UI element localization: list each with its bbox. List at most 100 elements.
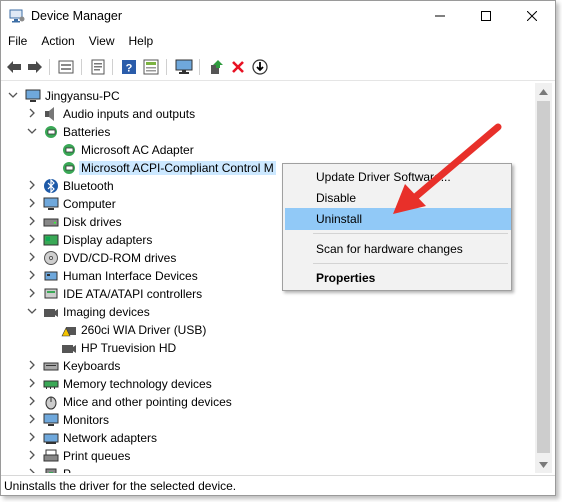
show-hidden-icon <box>143 59 159 75</box>
audio-icon <box>45 107 54 121</box>
tree-item[interactable]: Network adapters <box>1 429 531 447</box>
chevron-right-icon[interactable] <box>27 108 37 118</box>
menu-item-update-driver[interactable]: Update Driver Software... <box>285 166 511 188</box>
tree-item[interactable]: Print queues <box>1 447 531 465</box>
menu-file[interactable]: File <box>1 32 34 52</box>
maximize-icon <box>481 11 491 21</box>
chevron-right-icon[interactable] <box>27 216 37 226</box>
camera-icon <box>62 345 76 353</box>
battery-icon <box>63 144 75 156</box>
status-text: Uninstalls the driver for the selected d… <box>4 479 237 493</box>
chevron-right-icon[interactable] <box>27 252 37 262</box>
enable-device-icon <box>211 60 223 74</box>
update-driver-button[interactable] <box>89 58 107 76</box>
chevron-right-icon[interactable] <box>27 360 37 370</box>
monitor-icon <box>175 59 193 74</box>
display-adapter-icon <box>43 234 59 246</box>
enable-device-button[interactable] <box>207 58 225 76</box>
minimize-icon <box>435 15 445 17</box>
tree-item-label: Disk drives <box>63 215 122 229</box>
scroll-down-button[interactable] <box>535 456 552 473</box>
chevron-right-icon[interactable] <box>27 414 37 424</box>
monitor-icon <box>43 413 59 426</box>
bluetooth-icon <box>44 178 58 194</box>
back-button[interactable] <box>5 58 23 76</box>
menu-item-scan-hardware[interactable]: Scan for hardware changes <box>285 238 511 260</box>
menu-bar: File Action View Help <box>1 32 555 52</box>
close-button[interactable] <box>509 1 555 31</box>
scroll-up-button[interactable] <box>535 83 552 100</box>
toolbar-separator <box>49 59 50 75</box>
chevron-right-icon[interactable] <box>27 288 37 298</box>
warning-camera-icon <box>61 327 76 337</box>
chevron-right-icon[interactable] <box>27 468 37 473</box>
menu-help[interactable]: Help <box>122 32 161 52</box>
chevron-right-icon[interactable] <box>27 270 37 280</box>
tree-item[interactable]: Keyboards <box>1 357 531 375</box>
toolbar-separator <box>199 59 200 75</box>
vertical-scrollbar[interactable] <box>535 83 552 473</box>
tree-item-label: Mice and other pointing devices <box>63 395 232 409</box>
tree-item[interactable]: HP Truevision HD <box>1 339 531 357</box>
tree-item-label: IDE ATA/ATAPI controllers <box>63 287 203 301</box>
tree-root[interactable]: Jingyansu-PC <box>1 87 531 105</box>
camera-icon <box>44 309 58 317</box>
chevron-right-icon[interactable] <box>27 198 37 208</box>
tree-item-label: Microsoft ACPI-Compliant Control M <box>79 161 276 175</box>
tree-item[interactable]: Imaging devices <box>1 303 531 321</box>
tree-item[interactable]: Batteries <box>1 123 531 141</box>
tree-item[interactable]: Microsoft AC Adapter <box>1 141 531 159</box>
chevron-right-icon[interactable] <box>27 234 37 244</box>
tree-item[interactable]: 260ci WIA Driver (USB) <box>1 321 531 339</box>
chevron-down-icon[interactable] <box>27 126 37 136</box>
chevron-right-icon[interactable] <box>27 450 37 460</box>
svg-text:?: ? <box>126 63 133 75</box>
tree-item[interactable]: Mice and other pointing devices <box>1 393 531 411</box>
scroll-thumb[interactable] <box>537 101 550 453</box>
chevron-right-icon[interactable] <box>27 432 37 442</box>
computer-icon <box>43 197 59 210</box>
properties-button[interactable] <box>57 58 75 76</box>
tree-item[interactable]: Audio inputs and outputs <box>1 105 531 123</box>
minimize-button[interactable] <box>417 1 463 31</box>
uninstall-device-button[interactable] <box>229 58 247 76</box>
menu-item-label: Scan for hardware changes <box>316 242 463 256</box>
menu-item-label: Uninstall <box>316 212 363 226</box>
tree-item[interactable]: Monitors <box>1 411 531 429</box>
memory-icon <box>43 380 59 389</box>
title-bar[interactable]: Device Manager <box>1 1 555 31</box>
scan-hardware-button[interactable] <box>175 58 193 76</box>
tree-item-label: DVD/CD-ROM drives <box>63 251 177 265</box>
tree-item-label: Audio inputs and outputs <box>63 107 196 121</box>
chevron-right-icon[interactable] <box>27 180 37 190</box>
chevron-right-icon[interactable] <box>27 396 37 406</box>
tree-item-label: Bluetooth <box>63 179 114 193</box>
tree-item-label: Display adapters <box>63 233 153 247</box>
tree-item-label: Monitors <box>63 413 110 427</box>
device-manager-icon <box>9 9 25 23</box>
tree-item-label: Memory technology devices <box>63 377 212 391</box>
maximize-button[interactable] <box>463 1 509 31</box>
forward-button[interactable] <box>26 58 44 76</box>
dvd-drive-icon <box>44 251 58 265</box>
download-arrow-icon <box>252 59 268 75</box>
menu-action[interactable]: Action <box>34 32 81 52</box>
menu-separator <box>313 233 508 234</box>
chevron-up-icon <box>539 88 548 95</box>
menu-item-uninstall[interactable]: Uninstall <box>285 208 511 230</box>
menu-item-disable[interactable]: Disable <box>285 187 511 209</box>
show-hidden-button[interactable] <box>142 58 160 76</box>
tree-item-label: Batteries <box>63 125 111 139</box>
menu-view[interactable]: View <box>82 32 122 52</box>
help-button[interactable]: ? <box>120 58 138 76</box>
mouse-icon <box>45 396 57 410</box>
chevron-down-icon[interactable] <box>8 90 18 100</box>
keyboard-icon <box>43 362 59 371</box>
chevron-down-icon[interactable] <box>27 306 37 316</box>
tree-item[interactable]: Memory technology devices <box>1 375 531 393</box>
tree-item[interactable]: P <box>1 465 531 473</box>
menu-item-properties[interactable]: Properties <box>285 267 511 289</box>
disable-device-button[interactable] <box>251 58 269 76</box>
chevron-down-icon <box>539 461 548 468</box>
chevron-right-icon[interactable] <box>27 378 37 388</box>
